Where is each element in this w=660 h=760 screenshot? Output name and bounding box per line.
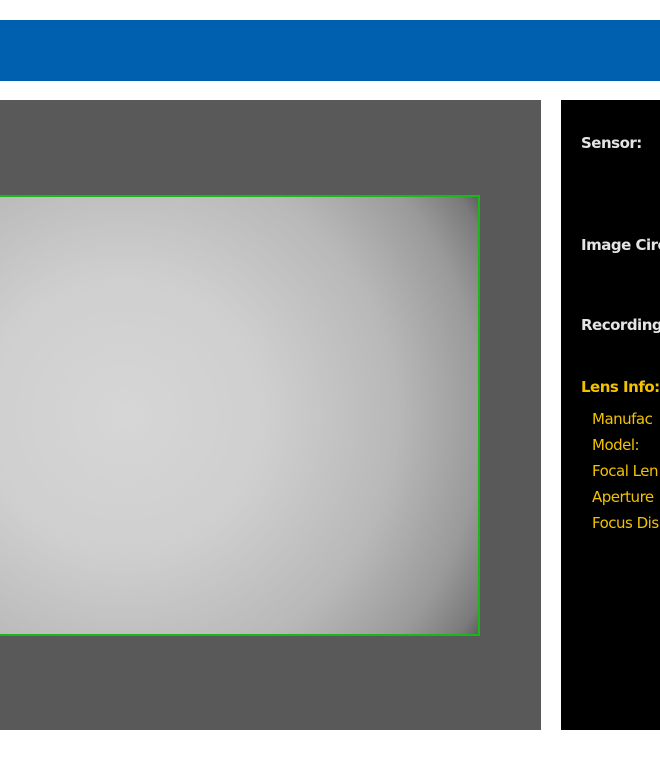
recording-label: Recording [581,316,660,334]
header-bar [0,20,660,81]
lens-manufacturer-label: Manufac [592,410,653,428]
lens-preview-panel [0,100,541,730]
lens-apertures-label: Aperture [592,488,654,506]
lens-focus-distance-label: Focus Dis [592,514,659,532]
sensor-label: Sensor: [581,134,642,152]
lens-info-heading: Lens Info: [581,378,660,396]
lens-model-label: Model: [592,436,640,454]
info-panel: Sensor: Image Circ Recording Lens Info: … [561,100,660,730]
image-circle-label: Image Circ [581,236,660,254]
vignetting-preview-image [0,195,480,636]
lens-focal-length-label: Focal Len [592,462,658,480]
